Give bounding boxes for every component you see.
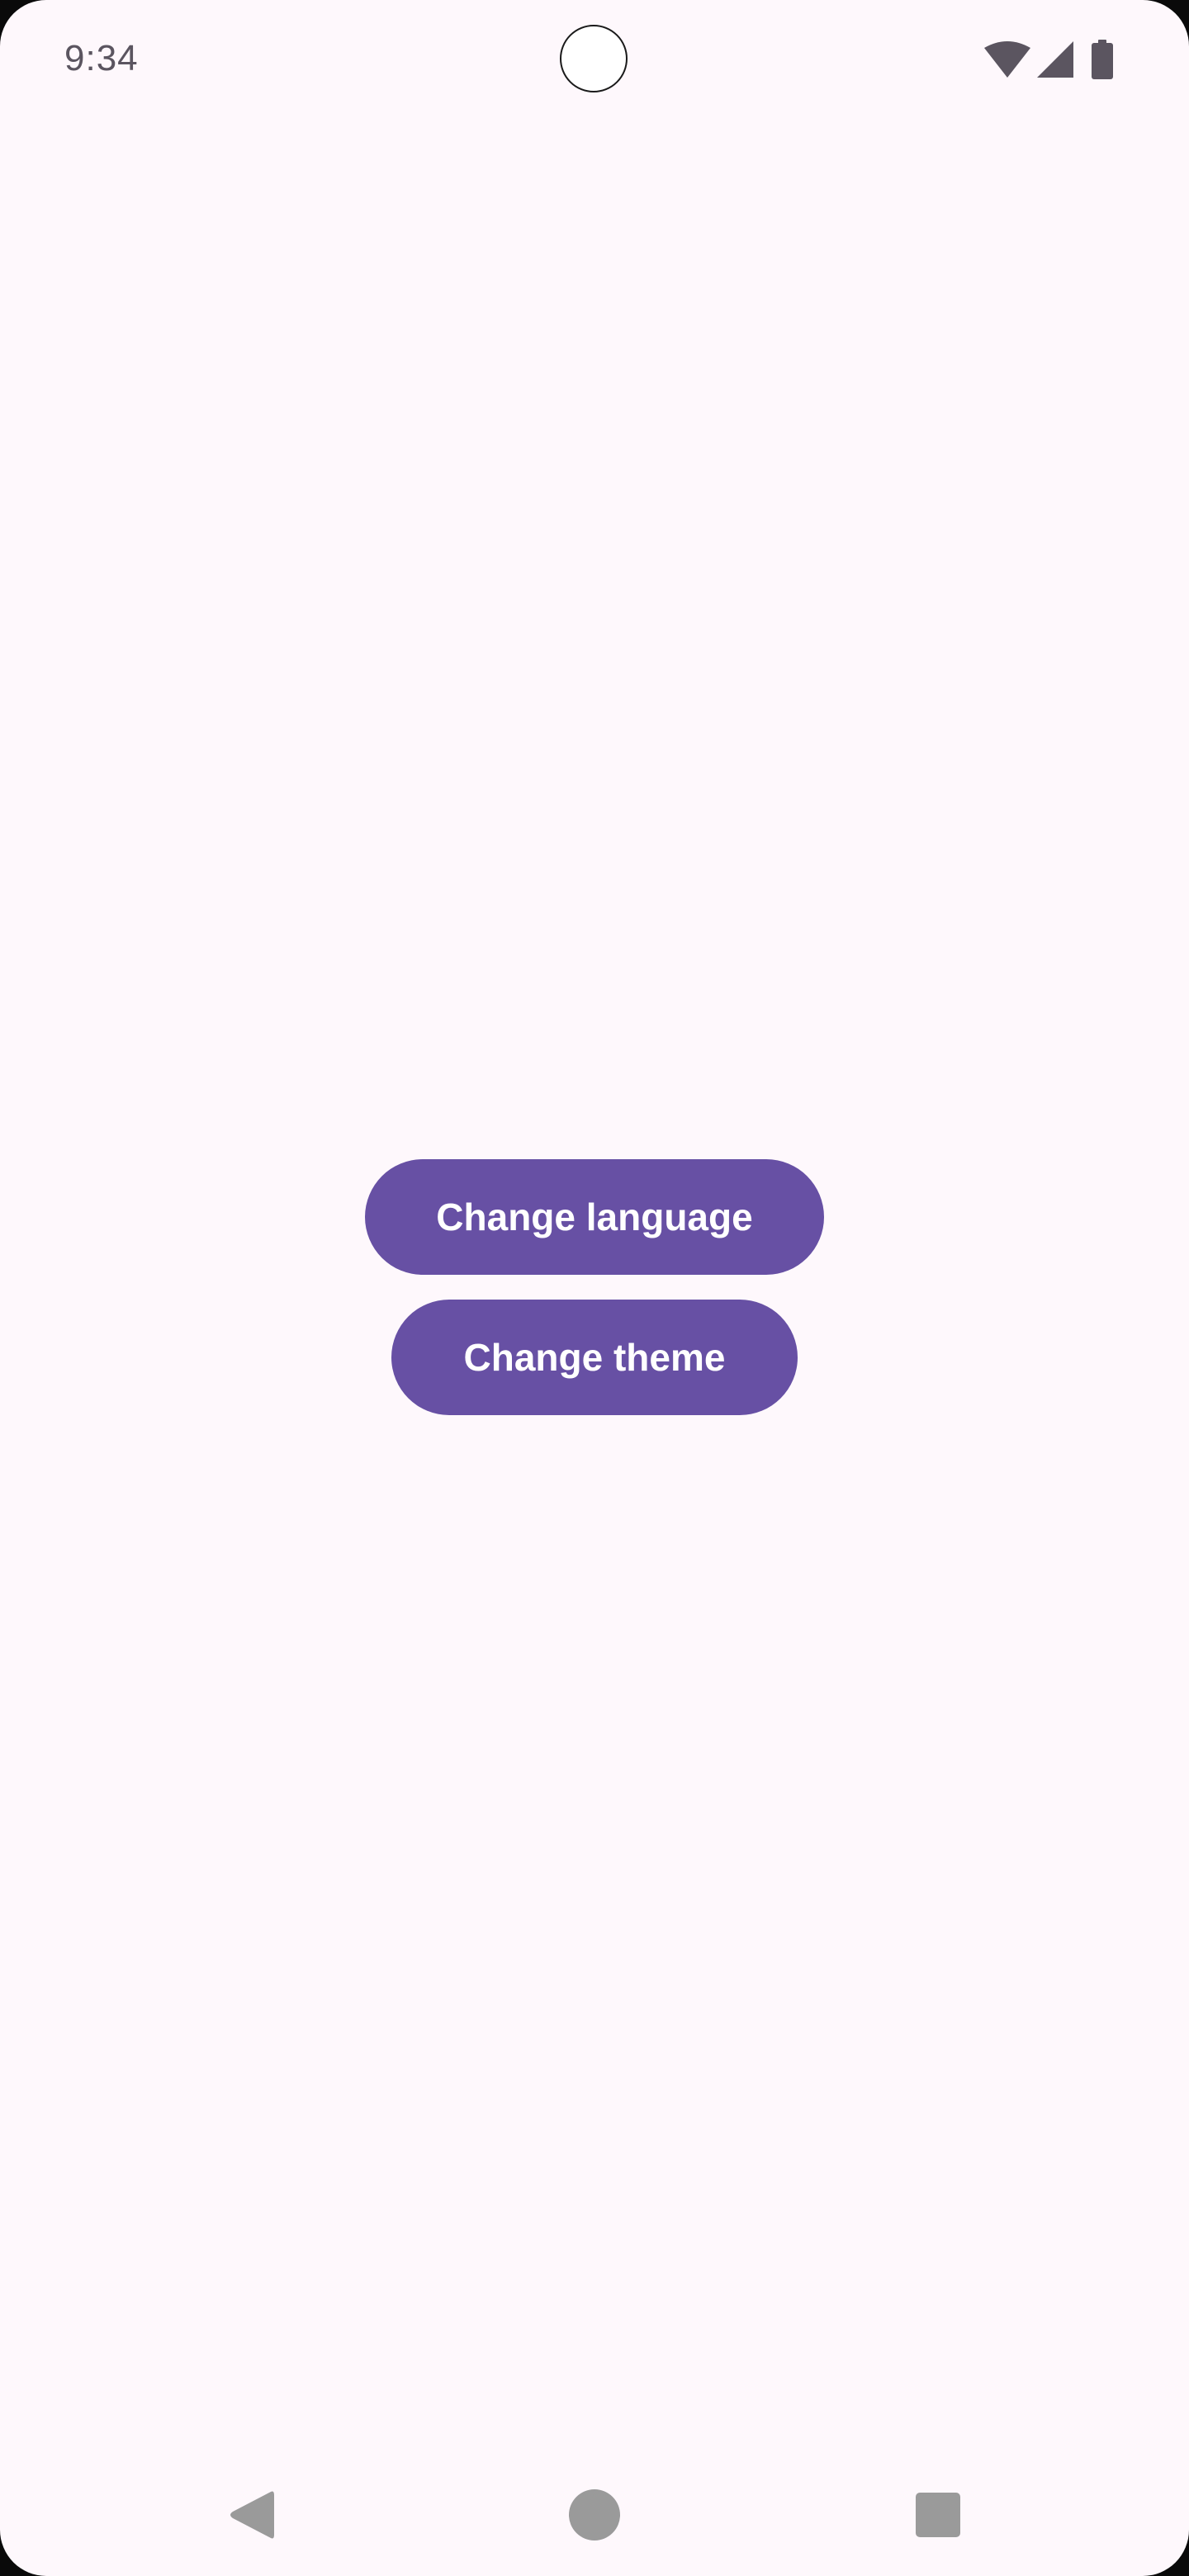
cell-signal-icon — [1037, 41, 1073, 78]
home-button[interactable] — [553, 2475, 636, 2558]
back-button[interactable] — [210, 2475, 292, 2558]
battery-icon — [1092, 40, 1113, 79]
back-icon — [228, 2488, 274, 2545]
wifi-icon — [984, 41, 1030, 78]
app-screen: 9:34 Change language Change theme — [0, 0, 1189, 2576]
change-language-button[interactable]: Change language — [365, 1159, 824, 1275]
status-time: 9:34 — [64, 38, 139, 78]
main-content: Change language Change theme — [0, 1159, 1189, 1415]
camera-cutout — [560, 25, 628, 92]
change-theme-button[interactable]: Change theme — [391, 1300, 798, 1415]
navigation-bar — [0, 2457, 1189, 2576]
status-icons — [984, 40, 1113, 79]
recents-icon — [916, 2492, 960, 2541]
home-icon — [569, 2488, 620, 2545]
status-bar: 9:34 — [0, 0, 1189, 119]
recents-button[interactable] — [897, 2475, 979, 2558]
